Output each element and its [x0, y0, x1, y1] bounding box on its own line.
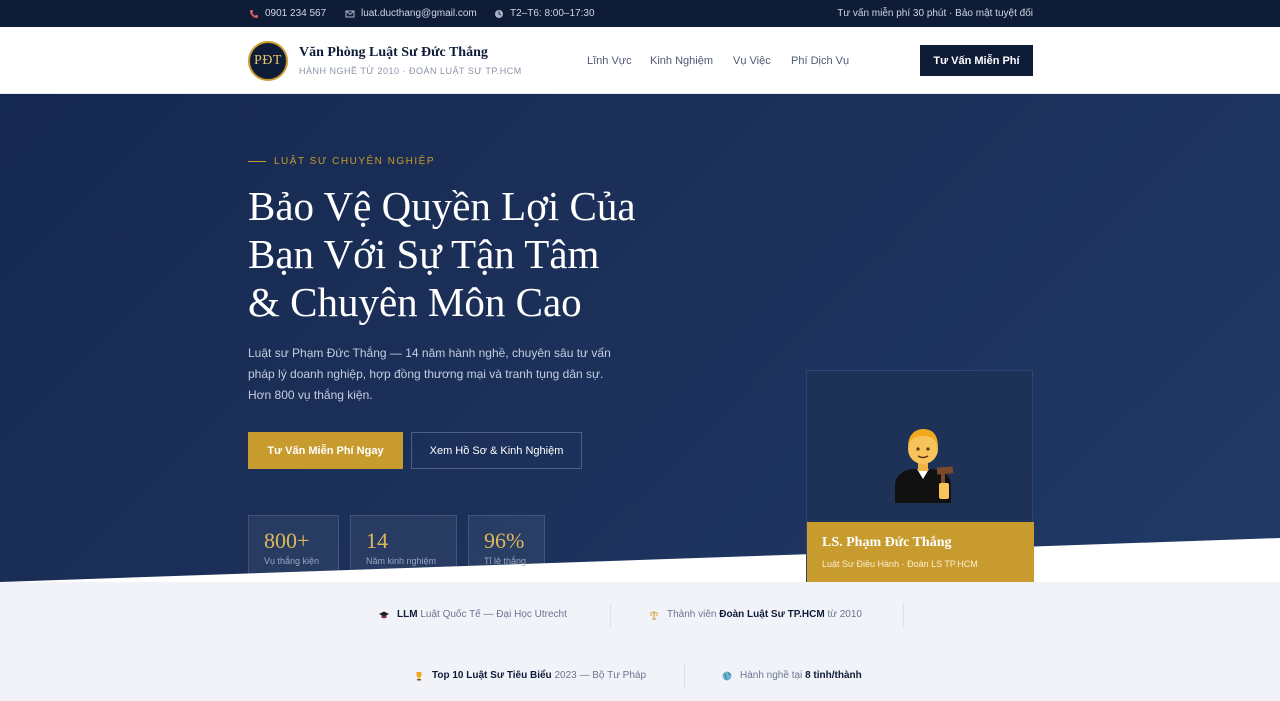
email-contact[interactable]: luat.ducthang@gmail.com — [345, 8, 477, 19]
scales-icon — [649, 610, 659, 619]
nav-item-phi-dich-vu[interactable]: Phí Dịch Vụ — [791, 55, 849, 67]
promo-text: Tư vấn miễn phí 30 phút · Bảo mật tuyệt … — [837, 8, 1033, 19]
hero-diagonal-cut — [0, 538, 1280, 582]
credential-text: Luật Quốc Tế — Đại Học Utrecht — [420, 609, 567, 620]
working-hours: T2–T6: 8:00–17:30 — [494, 8, 595, 19]
site-header: PĐT Văn Phòng Luật Sư Đức Thắng HÀNH NGH… — [0, 27, 1280, 94]
phone-contact[interactable]: 0901 234 567 — [249, 8, 326, 19]
eyebrow-text: LUẬT SƯ CHUYÊN NGHIỆP — [274, 156, 435, 167]
lawyer-role: Luật Sư Điều Hành · Đoàn LS TP.HCM — [822, 559, 978, 569]
mail-icon — [345, 10, 355, 17]
stat-win-rate: 96% Tỉ lệ thắng — [468, 515, 545, 577]
phone-number: 0901 234 567 — [265, 8, 327, 19]
stat-label: Tỉ lệ thắng — [484, 556, 527, 566]
graduation-cap-icon — [379, 611, 389, 618]
divider — [610, 603, 611, 627]
stat-cases-won: 800+ Vụ thắng kiện — [248, 515, 339, 577]
free-consult-button[interactable]: Tư Vấn Miễn Phí Ngay — [248, 432, 403, 469]
judge-avatar-icon — [895, 429, 954, 503]
hero-eyebrow: LUẬT SƯ CHUYÊN NGHIỆP — [248, 156, 435, 167]
nav-item-kinh-nghiem[interactable]: Kinh Nghiệm — [650, 55, 713, 67]
brand-tagline: HÀNH NGHỀ TỪ 2010 · ĐOÀN LUẬT SƯ TP.HCM — [299, 66, 522, 76]
hero-title: Bảo Vệ Quyền Lợi Của Bạn Với Sự Tận Tâm … — [248, 182, 708, 326]
trophy-icon — [416, 671, 422, 680]
header-cta-button[interactable]: Tư Vấn Miễn Phí — [920, 45, 1033, 76]
hero-title-line-1: Bảo Vệ Quyền Lợi Của — [248, 183, 636, 229]
view-profile-button[interactable]: Xem Hồ Sơ & Kinh Nghiệm — [411, 432, 582, 469]
credential-bold: Đoàn Luật Sư TP.HCM — [719, 609, 825, 620]
stat-value: 14 — [366, 528, 388, 553]
credential-pre: Hành nghề tại — [740, 670, 803, 681]
profile-card-footer: LS. Phạm Đức Thắng Luật Sư Điều Hành · Đ… — [807, 522, 1034, 582]
hero-title-line-2: Bạn Với Sự Tận Tâm — [248, 231, 600, 277]
hero-section: LUẬT SƯ CHUYÊN NGHIỆP Bảo Vệ Quyền Lợi C… — [0, 94, 1280, 582]
globe-icon — [722, 671, 732, 680]
hero-title-line-3: & Chuyên Môn Cao — [248, 279, 582, 325]
stat-years-experience: 14 Năm kinh nghiệm — [350, 515, 457, 577]
credential-bar-membership: Thành viên Đoàn Luật Sư TP.HCM từ 2010 — [649, 609, 862, 620]
phone-icon — [250, 9, 258, 18]
credential-text: 2023 — Bộ Tư Pháp — [554, 670, 647, 681]
brand-name[interactable]: Văn Phòng Luật Sư Đức Thắng — [299, 45, 488, 61]
credential-text: từ 2010 — [827, 609, 862, 620]
stat-value: 800+ — [264, 528, 310, 553]
hero-description: Luật sư Phạm Đức Thắng — 14 năm hành ngh… — [248, 346, 611, 402]
logo[interactable]: PĐT — [248, 41, 288, 81]
credential-llm: LLM Luật Quốc Tế — Đại Học Utrecht — [379, 609, 567, 620]
credential-practice-area: Hành nghề tại 8 tỉnh/thành — [722, 670, 862, 681]
credential-top-10: Top 10 Luật Sư Tiêu Biểu 2023 — Bộ Tư Ph… — [414, 670, 646, 681]
email-address: luat.ducthang@gmail.com — [361, 8, 477, 19]
stat-label: Năm kinh nghiệm — [366, 556, 437, 566]
top-bar: 0901 234 567 luat.ducthang@gmail.com T2–… — [0, 0, 1280, 27]
lawyer-profile-card[interactable]: LS. Phạm Đức Thắng Luật Sư Điều Hành · Đ… — [806, 370, 1034, 582]
nav-item-vu-viec[interactable]: Vụ Việc — [733, 55, 771, 67]
divider — [684, 664, 685, 688]
credentials-section: LLM Luật Quốc Tế — Đại Học Utrecht Thành… — [0, 582, 1280, 701]
credential-bold: LLM — [397, 609, 418, 620]
divider — [903, 603, 904, 627]
lawyer-name: LS. Phạm Đức Thắng — [822, 535, 952, 550]
credential-bold: Top 10 Luật Sư Tiêu Biểu — [432, 670, 552, 681]
hours-text: T2–T6: 8:00–17:30 — [510, 8, 595, 19]
nav-item-linh-vuc[interactable]: Lĩnh Vực — [587, 55, 632, 67]
stat-value: 96% — [484, 528, 525, 553]
clock-icon — [495, 9, 503, 18]
stat-label: Vụ thắng kiện — [264, 556, 320, 566]
credential-pre: Thành viên — [667, 609, 717, 620]
eyebrow-line — [248, 161, 266, 162]
credential-bold: 8 tỉnh/thành — [805, 670, 862, 681]
